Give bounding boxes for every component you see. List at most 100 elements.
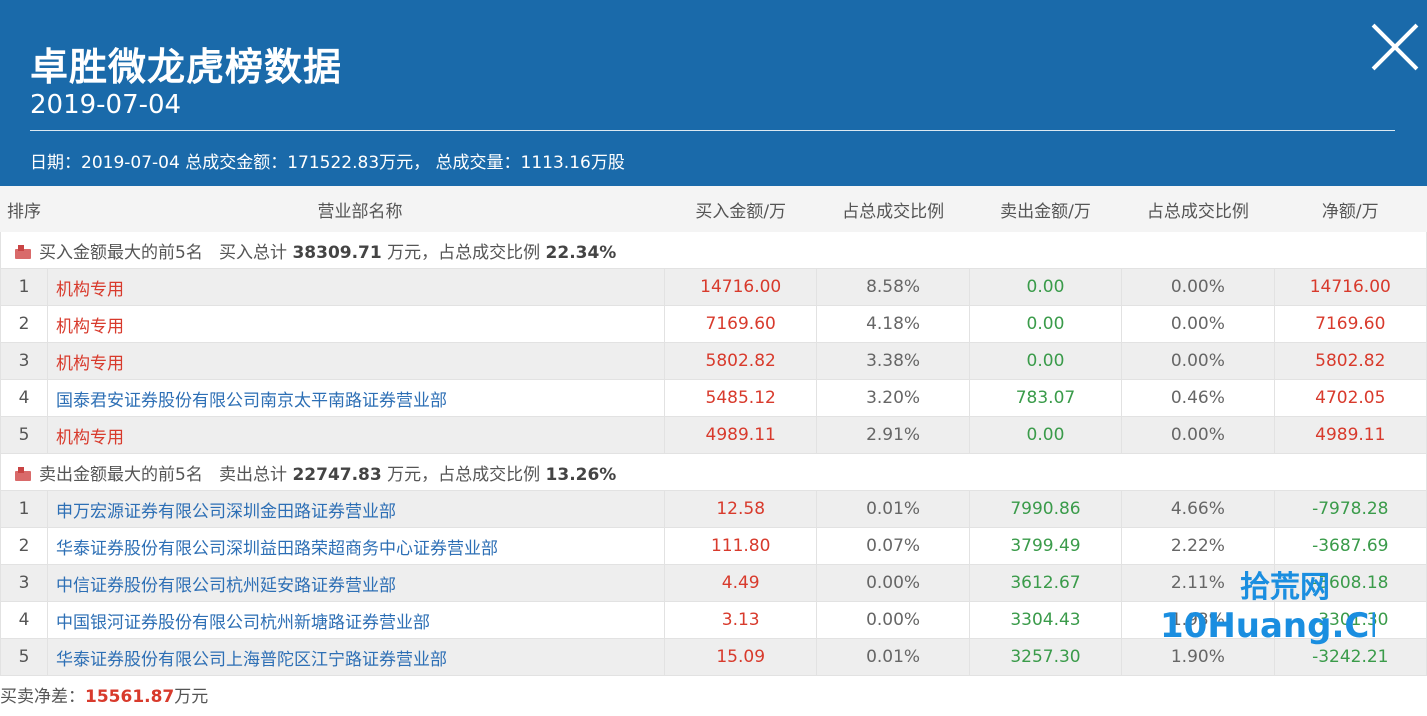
- rank-cell: 4: [0, 379, 48, 417]
- sell-amount-cell: 783.07: [968, 379, 1123, 417]
- branch-name-link[interactable]: 华泰证券股份有限公司上海普陀区江宁路证券营业部: [47, 638, 665, 676]
- group-total-label: 买入总计: [219, 242, 288, 263]
- rank-cell: 3: [0, 342, 48, 380]
- trade-summary: 日期：2019-07-04 总成交金额：171522.83万元， 总成交量：11…: [30, 153, 625, 173]
- net-amount-cell: -3687.69: [1273, 527, 1427, 565]
- sell-amount-cell: 7990.86: [968, 490, 1123, 528]
- sell-ratio-cell: 0.46%: [1121, 379, 1275, 417]
- flag-icon: [15, 244, 31, 259]
- table-row: 2 华泰证券股份有限公司深圳益田路荣超商务中心证券营业部 111.80 0.07% 37…: [0, 527, 1427, 565]
- group-ratio: 22.34%: [545, 242, 617, 263]
- net-amount-cell: 5802.82: [1273, 342, 1427, 380]
- buy-amount-cell: 7169.60: [663, 305, 818, 343]
- rank-cell: 1: [0, 268, 48, 306]
- sell-ratio-cell: 0.00%: [1121, 268, 1275, 306]
- net-difference-unit: 万元: [174, 687, 209, 707]
- branch-name-link[interactable]: 中信证券股份有限公司杭州延安路证券营业部: [47, 564, 665, 602]
- rank-cell: 5: [0, 638, 48, 676]
- sell-ratio-cell: 2.22%: [1121, 527, 1275, 565]
- buy-ratio-cell: 3.20%: [816, 379, 970, 417]
- col-sell: 卖出金额/万: [968, 186, 1123, 232]
- branch-name-link[interactable]: 申万宏源证券有限公司深圳金田路证券营业部: [47, 490, 665, 528]
- sell-amount-cell: 0.00: [968, 416, 1123, 454]
- buy-ratio-cell: 4.18%: [816, 305, 970, 343]
- net-amount-cell: 14716.00: [1273, 268, 1427, 306]
- table-row: 5 机构专用 4989.11 2.91% 0.00 0.00% 4989.11: [0, 416, 1427, 454]
- buy-ratio-cell: 0.00%: [816, 601, 970, 639]
- sell-ratio-cell: 0.00%: [1121, 342, 1275, 380]
- net-difference-label: 买卖净差：: [0, 687, 85, 707]
- group-total-label: 卖出总计: [219, 464, 288, 485]
- page-title: 卓胜微龙虎榜数据: [30, 45, 343, 89]
- sell-ratio-cell: 0.00%: [1121, 305, 1275, 343]
- close-icon[interactable]: [1370, 22, 1420, 72]
- watermark-logo: 拾荒网 10Huang.CN: [1160, 570, 1375, 645]
- col-rank: 排序: [0, 186, 48, 232]
- buy-amount-cell: 5802.82: [663, 342, 818, 380]
- sell-amount-cell: 0.00: [968, 342, 1123, 380]
- table-row: 2 机构专用 7169.60 4.18% 0.00 0.00% 7169.60: [0, 305, 1427, 343]
- buy-amount-cell: 15.09: [663, 638, 818, 676]
- header-bar: 卓胜微龙虎榜数据 2019-07-04 日期：2019-07-04 总成交金额：…: [0, 0, 1427, 186]
- branch-name-link[interactable]: 华泰证券股份有限公司深圳益田路荣超商务中心证券营业部: [47, 527, 665, 565]
- logo-cn: 拾荒网: [1240, 570, 1330, 605]
- sell-amount-cell: 3799.49: [968, 527, 1123, 565]
- branch-name-link[interactable]: 国泰君安证券股份有限公司南京太平南路证券营业部: [47, 379, 665, 417]
- rank-cell: 4: [0, 601, 48, 639]
- rank-cell: 5: [0, 416, 48, 454]
- buy-ratio-cell: 3.38%: [816, 342, 970, 380]
- table-row: 1 申万宏源证券有限公司深圳金田路证券营业部 12.58 0.01% 7990.86 4.…: [0, 490, 1427, 528]
- sell_group-header: 卖出金额最大的前5名 卖出总计 22747.83 万元，占总成交比例 13.26…: [0, 453, 1427, 491]
- buy-amount-cell: 4989.11: [663, 416, 818, 454]
- page-date: 2019-07-04: [30, 90, 182, 120]
- group-unit-ratio: 万元，占总成交比例: [387, 464, 541, 485]
- sell-amount-cell: 0.00: [968, 305, 1123, 343]
- buy_group-header: 买入金额最大的前5名 买入总计 38309.71 万元，占总成交比例 22.34…: [0, 231, 1427, 269]
- net-amount-cell: 7169.60: [1273, 305, 1427, 343]
- sell-amount-cell: 0.00: [968, 268, 1123, 306]
- group-unit-ratio: 万元，占总成交比例: [387, 242, 541, 263]
- table-header-row: 排序 营业部名称 买入金额/万 占总成交比例 卖出金额/万 占总成交比例 净额/…: [0, 186, 1427, 232]
- buy-amount-cell: 111.80: [663, 527, 818, 565]
- branch-name-link[interactable]: 中国银河证券股份有限公司杭州新塘路证券营业部: [47, 601, 665, 639]
- branch-name-link: 机构专用: [47, 305, 665, 343]
- group-total: 38309.71: [292, 242, 382, 263]
- col-sell-pct: 占总成交比例: [1121, 186, 1275, 232]
- sell-amount-cell: 3612.67: [968, 564, 1123, 602]
- flag-icon: [15, 466, 31, 481]
- branch-name-link: 机构专用: [47, 416, 665, 454]
- rank-cell: 1: [0, 490, 48, 528]
- buy-amount-cell: 12.58: [663, 490, 818, 528]
- header-divider: [30, 130, 1395, 131]
- net-difference-value: 15561.87: [85, 687, 175, 707]
- table-row: 3 机构专用 5802.82 3.38% 0.00 0.00% 5802.82: [0, 342, 1427, 380]
- net-amount-cell: -7978.28: [1273, 490, 1427, 528]
- buy-amount-cell: 4.49: [663, 564, 818, 602]
- buy-amount-cell: 5485.12: [663, 379, 818, 417]
- rank-cell: 3: [0, 564, 48, 602]
- sell-ratio-cell: 4.66%: [1121, 490, 1275, 528]
- buy-ratio-cell: 8.58%: [816, 268, 970, 306]
- buy-ratio-cell: 0.01%: [816, 490, 970, 528]
- buy-amount-cell: 3.13: [663, 601, 818, 639]
- net-amount-cell: 4702.05: [1273, 379, 1427, 417]
- net-amount-cell: 4989.11: [1273, 416, 1427, 454]
- rank-cell: 2: [0, 305, 48, 343]
- branch-name-link: 机构专用: [47, 342, 665, 380]
- buy-ratio-cell: 0.01%: [816, 638, 970, 676]
- group-ratio: 13.26%: [545, 464, 617, 485]
- buy-ratio-cell: 0.00%: [816, 564, 970, 602]
- sell-amount-cell: 3304.43: [968, 601, 1123, 639]
- logo-en: 10Huang.CN: [1160, 606, 1375, 645]
- table-row: 1 机构专用 14716.00 8.58% 0.00 0.00% 14716.00: [0, 268, 1427, 306]
- group-title: 买入金额最大的前5名: [39, 242, 203, 263]
- sell-ratio-cell: 0.00%: [1121, 416, 1275, 454]
- branch-name-link: 机构专用: [47, 268, 665, 306]
- buy-ratio-cell: 2.91%: [816, 416, 970, 454]
- col-buy: 买入金额/万: [663, 186, 818, 232]
- col-name: 营业部名称: [47, 186, 665, 232]
- group-title: 卖出金额最大的前5名: [39, 464, 203, 485]
- table-row: 4 国泰君安证券股份有限公司南京太平南路证券营业部 5485.12 3.20% 783.…: [0, 379, 1427, 417]
- group-total: 22747.83: [292, 464, 382, 485]
- sell-amount-cell: 3257.30: [968, 638, 1123, 676]
